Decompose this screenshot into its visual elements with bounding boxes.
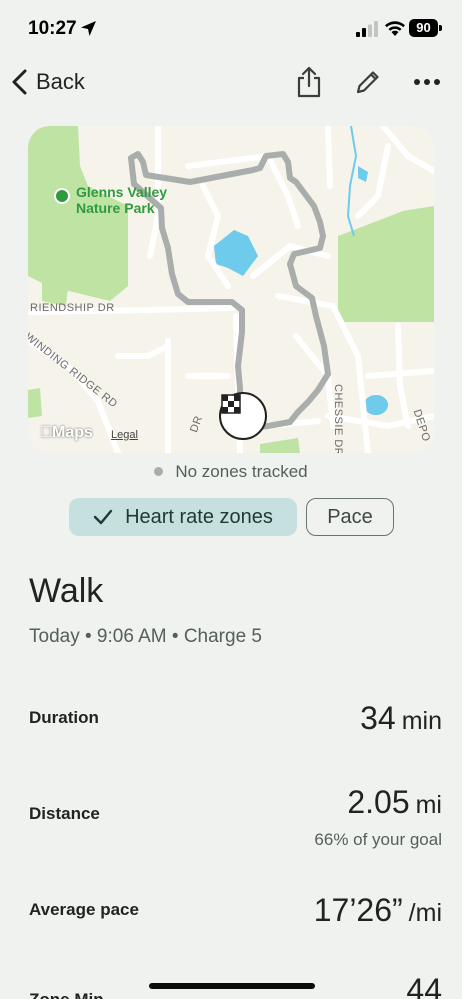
zones-dot-icon [154, 467, 164, 477]
nav-bar: Back [0, 56, 462, 108]
pace-number: 17’26” [313, 892, 403, 928]
maps-brand: Maps [40, 424, 93, 441]
green-area-east [338, 206, 434, 322]
distance-unit: mi [415, 791, 442, 819]
duration-value: 34 min [360, 700, 442, 737]
more-button[interactable] [409, 64, 445, 100]
zone-minutes-label: Zone Min [29, 990, 104, 999]
creek [346, 126, 358, 237]
zone-minutes-number: 44 [406, 972, 442, 999]
duration-unit: min [401, 707, 442, 735]
duration-label: Duration [29, 708, 99, 727]
battery-indicator: 90 [409, 19, 438, 37]
park-name-line2: Nature Park [76, 200, 155, 216]
wifi-icon [385, 21, 405, 36]
heart-rate-zones-label: Heart rate zones [125, 505, 273, 528]
more-icon [414, 79, 440, 85]
status-bar: 10:27 90 [0, 0, 462, 56]
pencil-icon [356, 71, 379, 94]
distance-number: 2.05 [347, 784, 410, 820]
pace-chip-label: Pace [327, 505, 373, 528]
location-arrow-icon [81, 21, 96, 36]
average-pace-value: 17’26”/mi [314, 892, 442, 929]
share-icon [297, 66, 321, 98]
heart-rate-zones-chip[interactable]: Heart rate zones [69, 498, 297, 536]
distance-goal-note: 66% of your goal [314, 830, 442, 849]
street-label-chessie: CHESSIE DR [332, 384, 344, 453]
share-button[interactable] [291, 64, 327, 100]
average-pace-label: Average pace [29, 900, 139, 919]
zone-minutes-value: 44 [406, 972, 442, 999]
duration-number: 34 [360, 700, 396, 736]
status-time: 10:27 [28, 18, 77, 39]
edit-button[interactable] [350, 64, 386, 100]
pond-south [363, 394, 389, 416]
pace-unit: /mi [408, 899, 442, 927]
pace-chip[interactable]: Pace [306, 498, 394, 536]
activity-title: Walk [29, 572, 104, 610]
green-area-south [260, 438, 300, 453]
back-label: Back [36, 69, 85, 94]
check-icon [93, 509, 113, 525]
finish-flag-marker [219, 392, 267, 440]
small-pond [358, 166, 368, 182]
route-map[interactable]: Glenns Valley Nature Park RIENDSHIP DR W… [28, 126, 434, 453]
park-pin-icon [54, 188, 70, 204]
home-indicator[interactable] [149, 983, 315, 989]
cell-signal-icon [356, 21, 378, 37]
back-button[interactable]: Back [10, 64, 85, 100]
green-area-west [28, 388, 42, 418]
park-label: Glenns Valley Nature Park [76, 184, 167, 216]
activity-subtitle: Today • 9:06 AM • Charge 5 [29, 626, 262, 647]
distance-value: 2.05 mi [347, 784, 442, 821]
battery-cap [439, 25, 442, 31]
zones-note-text: No zones tracked [175, 462, 308, 481]
park-name-line1: Glenns Valley [76, 184, 168, 200]
apple-maps-logo: Maps [40, 424, 93, 442]
zones-note: No zones tracked [0, 462, 462, 482]
pond [214, 230, 258, 276]
distance-label: Distance [29, 804, 100, 823]
chevron-left-icon [12, 69, 27, 95]
street-label-friendship: RIENDSHIP DR [30, 302, 115, 314]
finish-flag-icon [221, 394, 241, 414]
legal-link[interactable]: Legal [111, 429, 138, 441]
